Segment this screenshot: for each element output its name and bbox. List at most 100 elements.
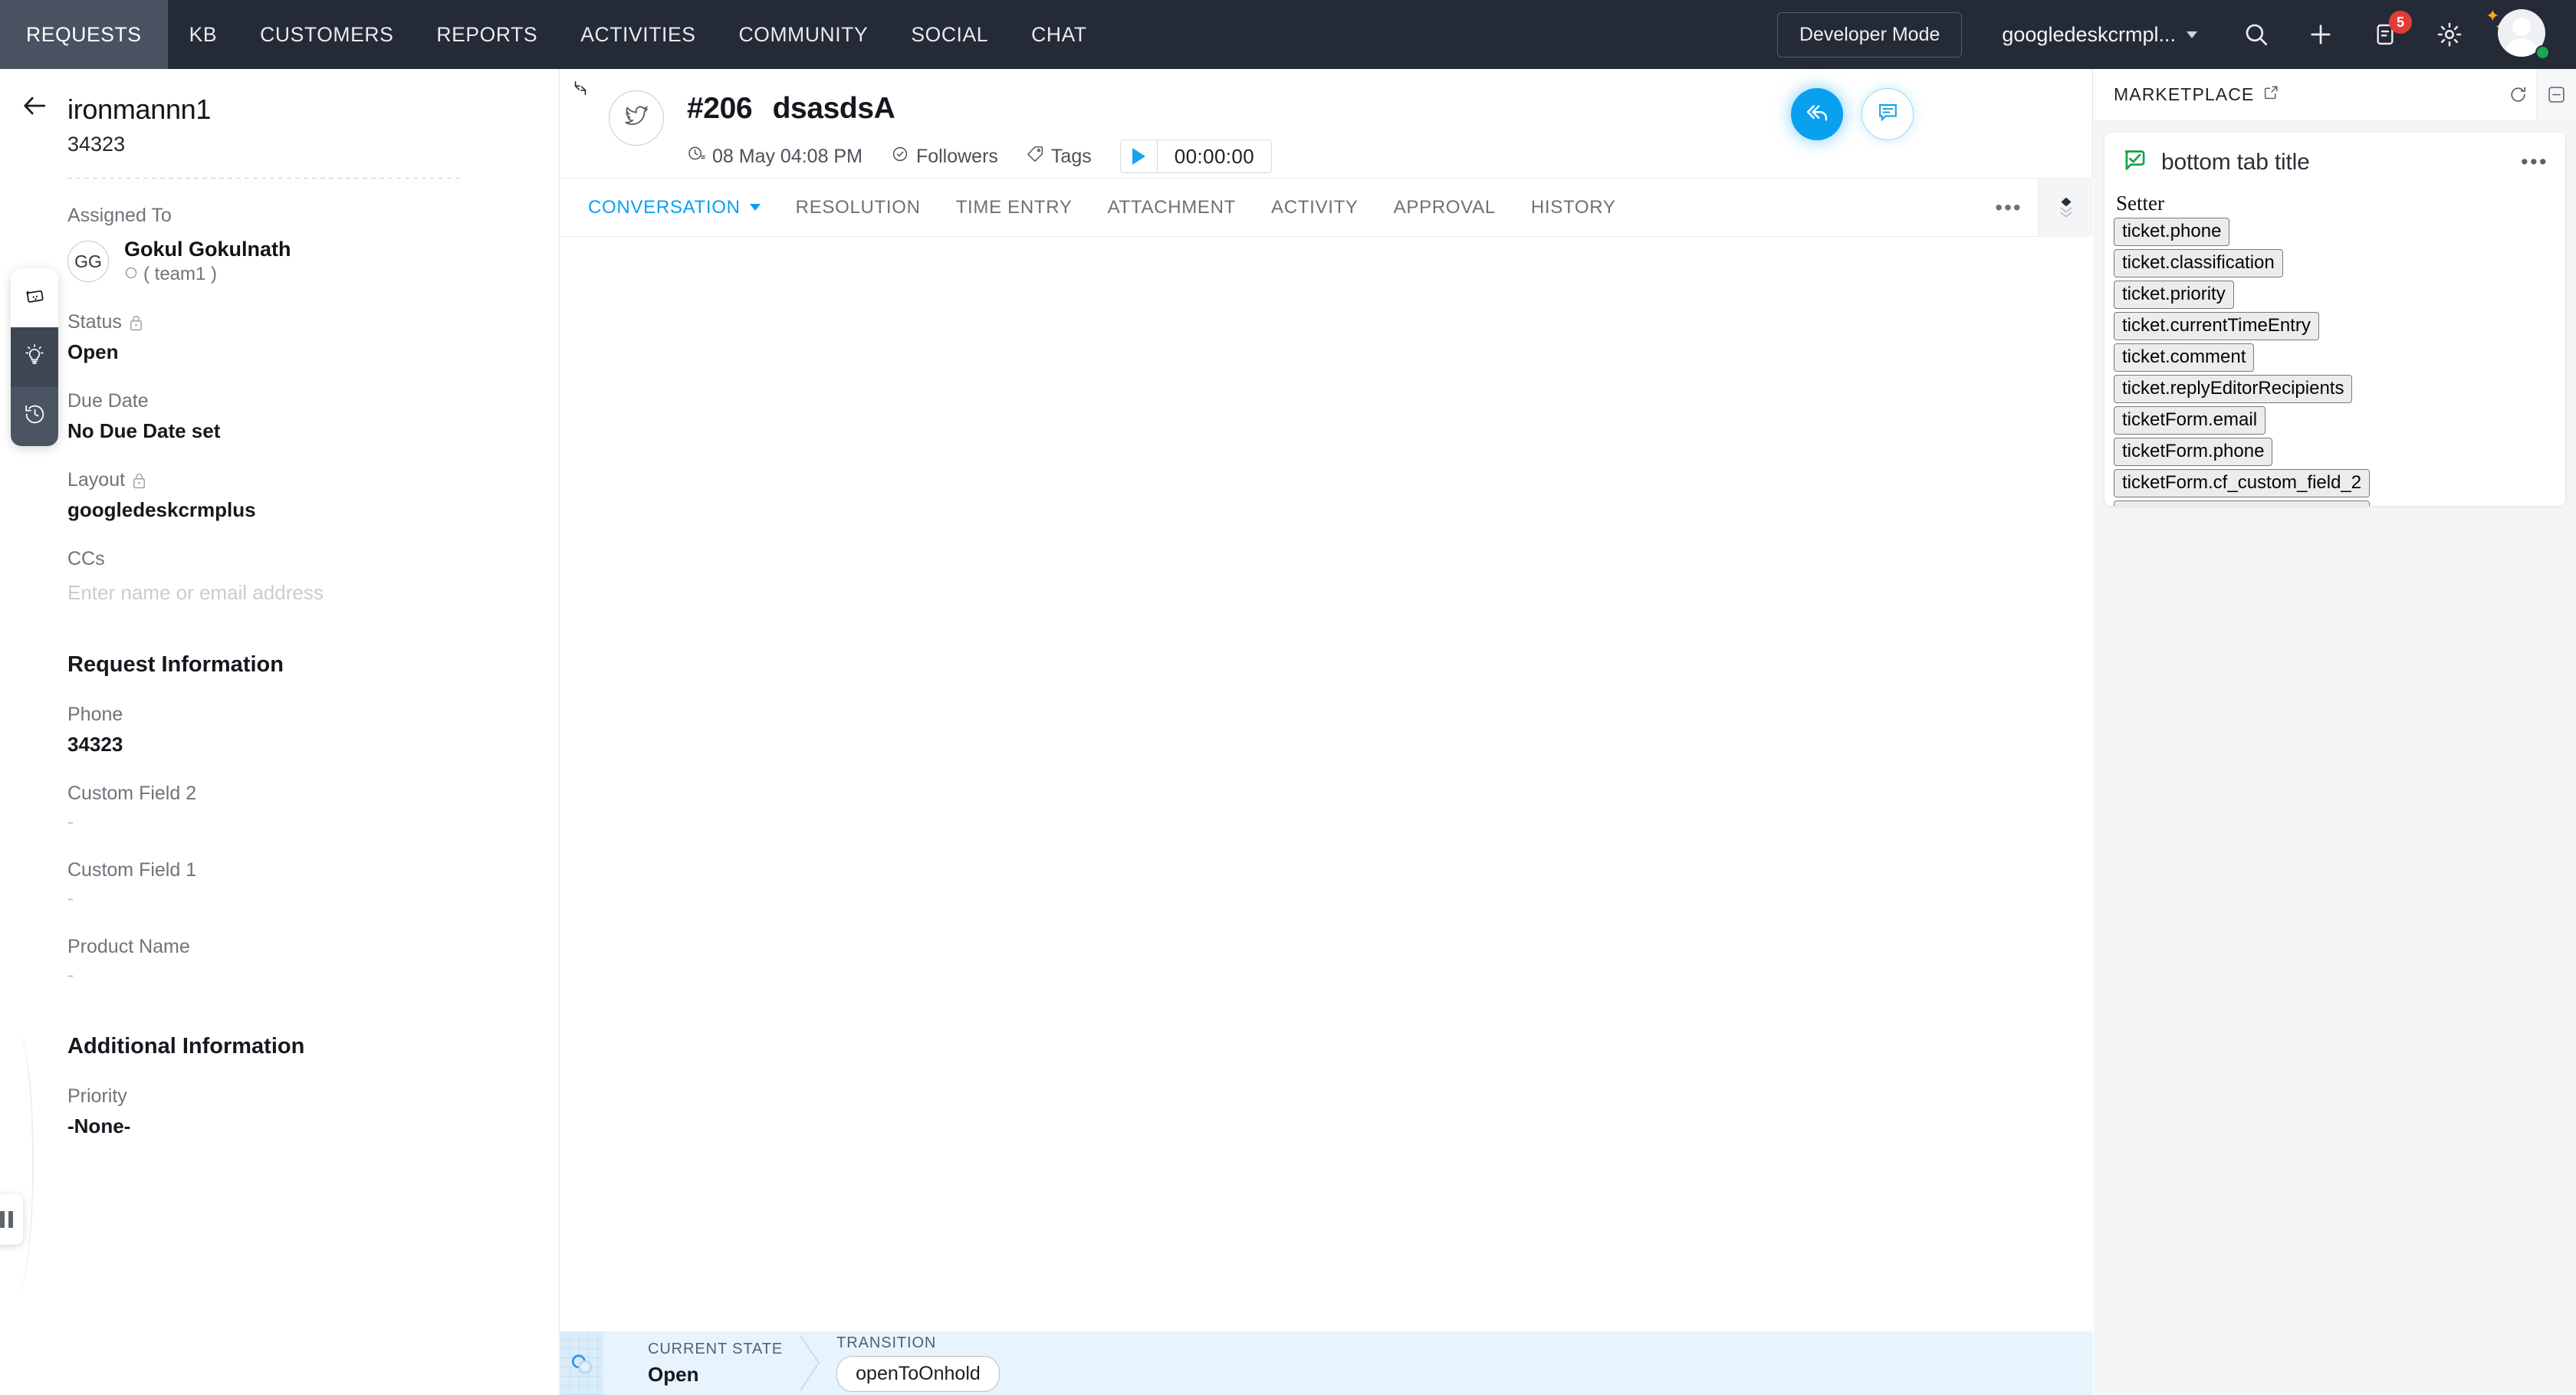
- assignee-row[interactable]: GG Gokul Gokulnath ( team1 ): [67, 238, 560, 285]
- external-link-icon[interactable]: [2263, 84, 2279, 105]
- clock-icon: [687, 145, 705, 169]
- followers-label: Followers: [916, 146, 998, 168]
- rail-insights-button[interactable]: [11, 327, 58, 386]
- setter-button[interactable]: ticket.currentTimeEntry: [2114, 312, 2319, 340]
- field-label: Assigned To: [67, 205, 560, 227]
- nav-tab-reports[interactable]: REPORTS: [415, 0, 559, 69]
- panel-collapse-handle[interactable]: [0, 1194, 23, 1245]
- marketplace-header-actions: [2499, 69, 2576, 121]
- twitter-icon: [623, 103, 649, 133]
- ccs-input[interactable]: Enter name or email address: [67, 581, 560, 605]
- panel-curve-decoration: [0, 1031, 34, 1292]
- ticket-number: #206: [687, 92, 752, 125]
- org-switcher[interactable]: googledeskcrmpl...: [2002, 23, 2197, 47]
- setter-button-list: ticket.phone ticket.classification ticket.…: [2114, 218, 2556, 506]
- tab-label: ATTACHMENT: [1108, 197, 1236, 218]
- setter-button[interactable]: ticketForm.cf_custom_field_2: [2114, 469, 2370, 497]
- collapse-all-icon[interactable]: [2038, 179, 2093, 237]
- setter-heading: Setter: [2116, 192, 2556, 215]
- tab-label: RESOLUTION: [796, 197, 921, 218]
- tab-label: TIME ENTRY: [956, 197, 1073, 218]
- field-label: Product Name: [67, 936, 560, 958]
- tab-resolution[interactable]: RESOLUTION: [796, 197, 921, 218]
- setter-button[interactable]: ticket.replyEditorRecipients: [2114, 375, 2352, 403]
- nav-tab-community[interactable]: COMMUNITY: [718, 0, 890, 69]
- nav-tab-kb[interactable]: KB: [168, 0, 239, 69]
- field-value[interactable]: No Due Date set: [67, 419, 560, 443]
- field-label: Custom Field 2: [67, 783, 560, 805]
- timestamp-text: 08 May 04:08 PM: [712, 146, 863, 168]
- tab-approval[interactable]: APPROVAL: [1394, 197, 1496, 218]
- tags-button[interactable]: Tags: [1027, 145, 1092, 168]
- nav-tab-requests[interactable]: REQUESTS: [0, 0, 168, 69]
- ticket-subject: dsasdsA: [773, 92, 895, 125]
- setter-button[interactable]: ticketForm.phone: [2114, 438, 2272, 466]
- field-product-name: Product Name -: [67, 936, 560, 986]
- field-label: Due Date: [67, 390, 560, 412]
- tab-more-options-icon[interactable]: •••: [1980, 179, 2038, 237]
- widget-logo-icon: [2121, 146, 2149, 178]
- followers-button[interactable]: Followers: [891, 145, 998, 169]
- rail-history-button[interactable]: [11, 387, 58, 446]
- nav-tab-social[interactable]: SOCIAL: [889, 0, 1010, 69]
- field-value[interactable]: 34323: [67, 733, 560, 757]
- setter-button[interactable]: ticket.comment: [2114, 343, 2254, 372]
- nav-tab-chat[interactable]: CHAT: [1010, 0, 1109, 69]
- field-value[interactable]: -None-: [67, 1114, 560, 1138]
- refresh-icon[interactable]: [2499, 69, 2536, 121]
- field-label: Layout: [67, 469, 560, 491]
- tool-rail: [11, 268, 58, 446]
- add-new-icon[interactable]: [2298, 12, 2343, 57]
- ticket-timestamp: 08 May 04:08 PM: [687, 145, 863, 169]
- transition-action-button[interactable]: openToOnhold: [836, 1356, 1000, 1392]
- avatar[interactable]: ✦ ✦: [2498, 9, 2548, 60]
- tab-label: APPROVAL: [1394, 197, 1496, 218]
- time-tracker[interactable]: 00:00:00: [1120, 140, 1272, 173]
- widget-more-options-icon[interactable]: •••: [2521, 150, 2548, 174]
- gear-icon[interactable]: [2427, 12, 2472, 57]
- transition-fields: CURRENT STATE Open TRANSITION openToOnho…: [603, 1331, 1000, 1395]
- blueprint-thumbnail[interactable]: [560, 1331, 603, 1395]
- field-value[interactable]: -: [67, 888, 560, 910]
- setter-button[interactable]: ticketForm.email: [2114, 406, 2266, 435]
- tab-label: CONVERSATION: [588, 197, 741, 218]
- tab-history[interactable]: HISTORY: [1531, 197, 1616, 218]
- play-icon: [1132, 148, 1145, 165]
- notification-badge: 5: [2389, 11, 2412, 34]
- timer-play-button[interactable]: [1121, 140, 1158, 172]
- add-comment-button[interactable]: [1861, 88, 1914, 140]
- top-navigation-bar: REQUESTSKBCUSTOMERSREPORTSACTIVITIESCOMM…: [0, 0, 2576, 69]
- field-value[interactable]: -: [67, 812, 560, 833]
- lock-icon: [129, 314, 143, 331]
- back-arrow-icon[interactable]: [17, 88, 52, 123]
- nav-tab-activities[interactable]: ACTIVITIES: [559, 0, 717, 69]
- developer-mode-button[interactable]: Developer Mode: [1777, 12, 1962, 57]
- minimize-icon[interactable]: [2536, 69, 2576, 121]
- field-value[interactable]: googledeskcrmplus: [67, 498, 560, 522]
- tab-activity[interactable]: ACTIVITY: [1271, 197, 1359, 218]
- chevron-down-icon: [750, 204, 761, 211]
- tab-label: HISTORY: [1531, 197, 1616, 218]
- reply-all-button[interactable]: [1791, 88, 1843, 140]
- setter-button[interactable]: ticket.priority: [2114, 281, 2234, 309]
- current-state-value: Open: [648, 1363, 783, 1387]
- notes-notification-icon[interactable]: 5: [2363, 12, 2407, 57]
- ticket-header: #206 dsasdsA 08 May 04:08 PM: [560, 69, 2093, 179]
- nav-tab-customers[interactable]: CUSTOMERS: [238, 0, 415, 69]
- contact-phone: 34323: [67, 133, 560, 156]
- reply-actions: [1791, 88, 1914, 140]
- search-icon[interactable]: [2234, 12, 2279, 57]
- tab-conversation[interactable]: CONVERSATION: [588, 197, 761, 218]
- timer-value: 00:00:00: [1158, 140, 1271, 172]
- field-value[interactable]: Open: [67, 340, 560, 364]
- setter-button[interactable]: ticket.phone: [2114, 218, 2229, 246]
- setter-button[interactable]: ticketForm.cf_custom_field_1: [2114, 501, 2370, 506]
- rail-tickets-button[interactable]: [11, 268, 58, 327]
- widget-card-title: bottom tab title: [2161, 149, 2310, 176]
- tab-time-entry[interactable]: TIME ENTRY: [956, 197, 1073, 218]
- ticket-main-area: #206 dsasdsA 08 May 04:08 PM: [560, 69, 2093, 1395]
- tab-attachment[interactable]: ATTACHMENT: [1108, 197, 1236, 218]
- setter-button[interactable]: ticket.classification: [2114, 249, 2283, 277]
- current-state-block: CURRENT STATE Open: [648, 1341, 783, 1387]
- field-value[interactable]: -: [67, 965, 560, 986]
